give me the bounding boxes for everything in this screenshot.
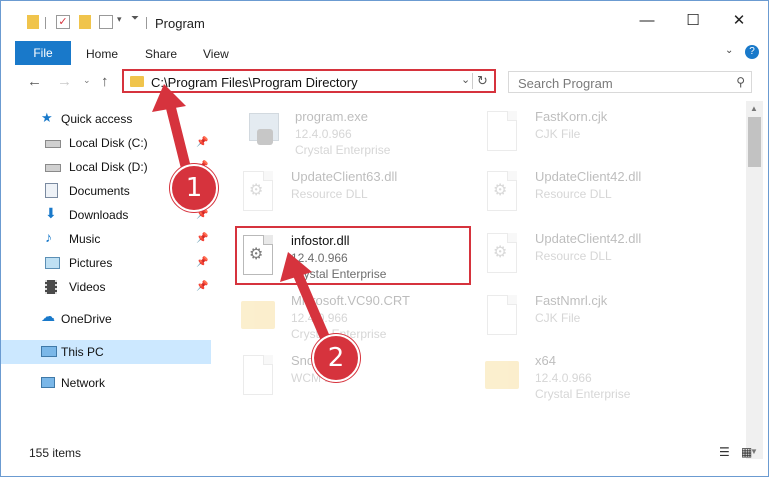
annotation-arrows <box>152 84 331 345</box>
step-1-marker: 1 <box>170 164 218 212</box>
arrow-2 <box>280 252 331 345</box>
step-2-marker: 2 <box>312 334 360 382</box>
arrow-1 <box>152 84 191 173</box>
